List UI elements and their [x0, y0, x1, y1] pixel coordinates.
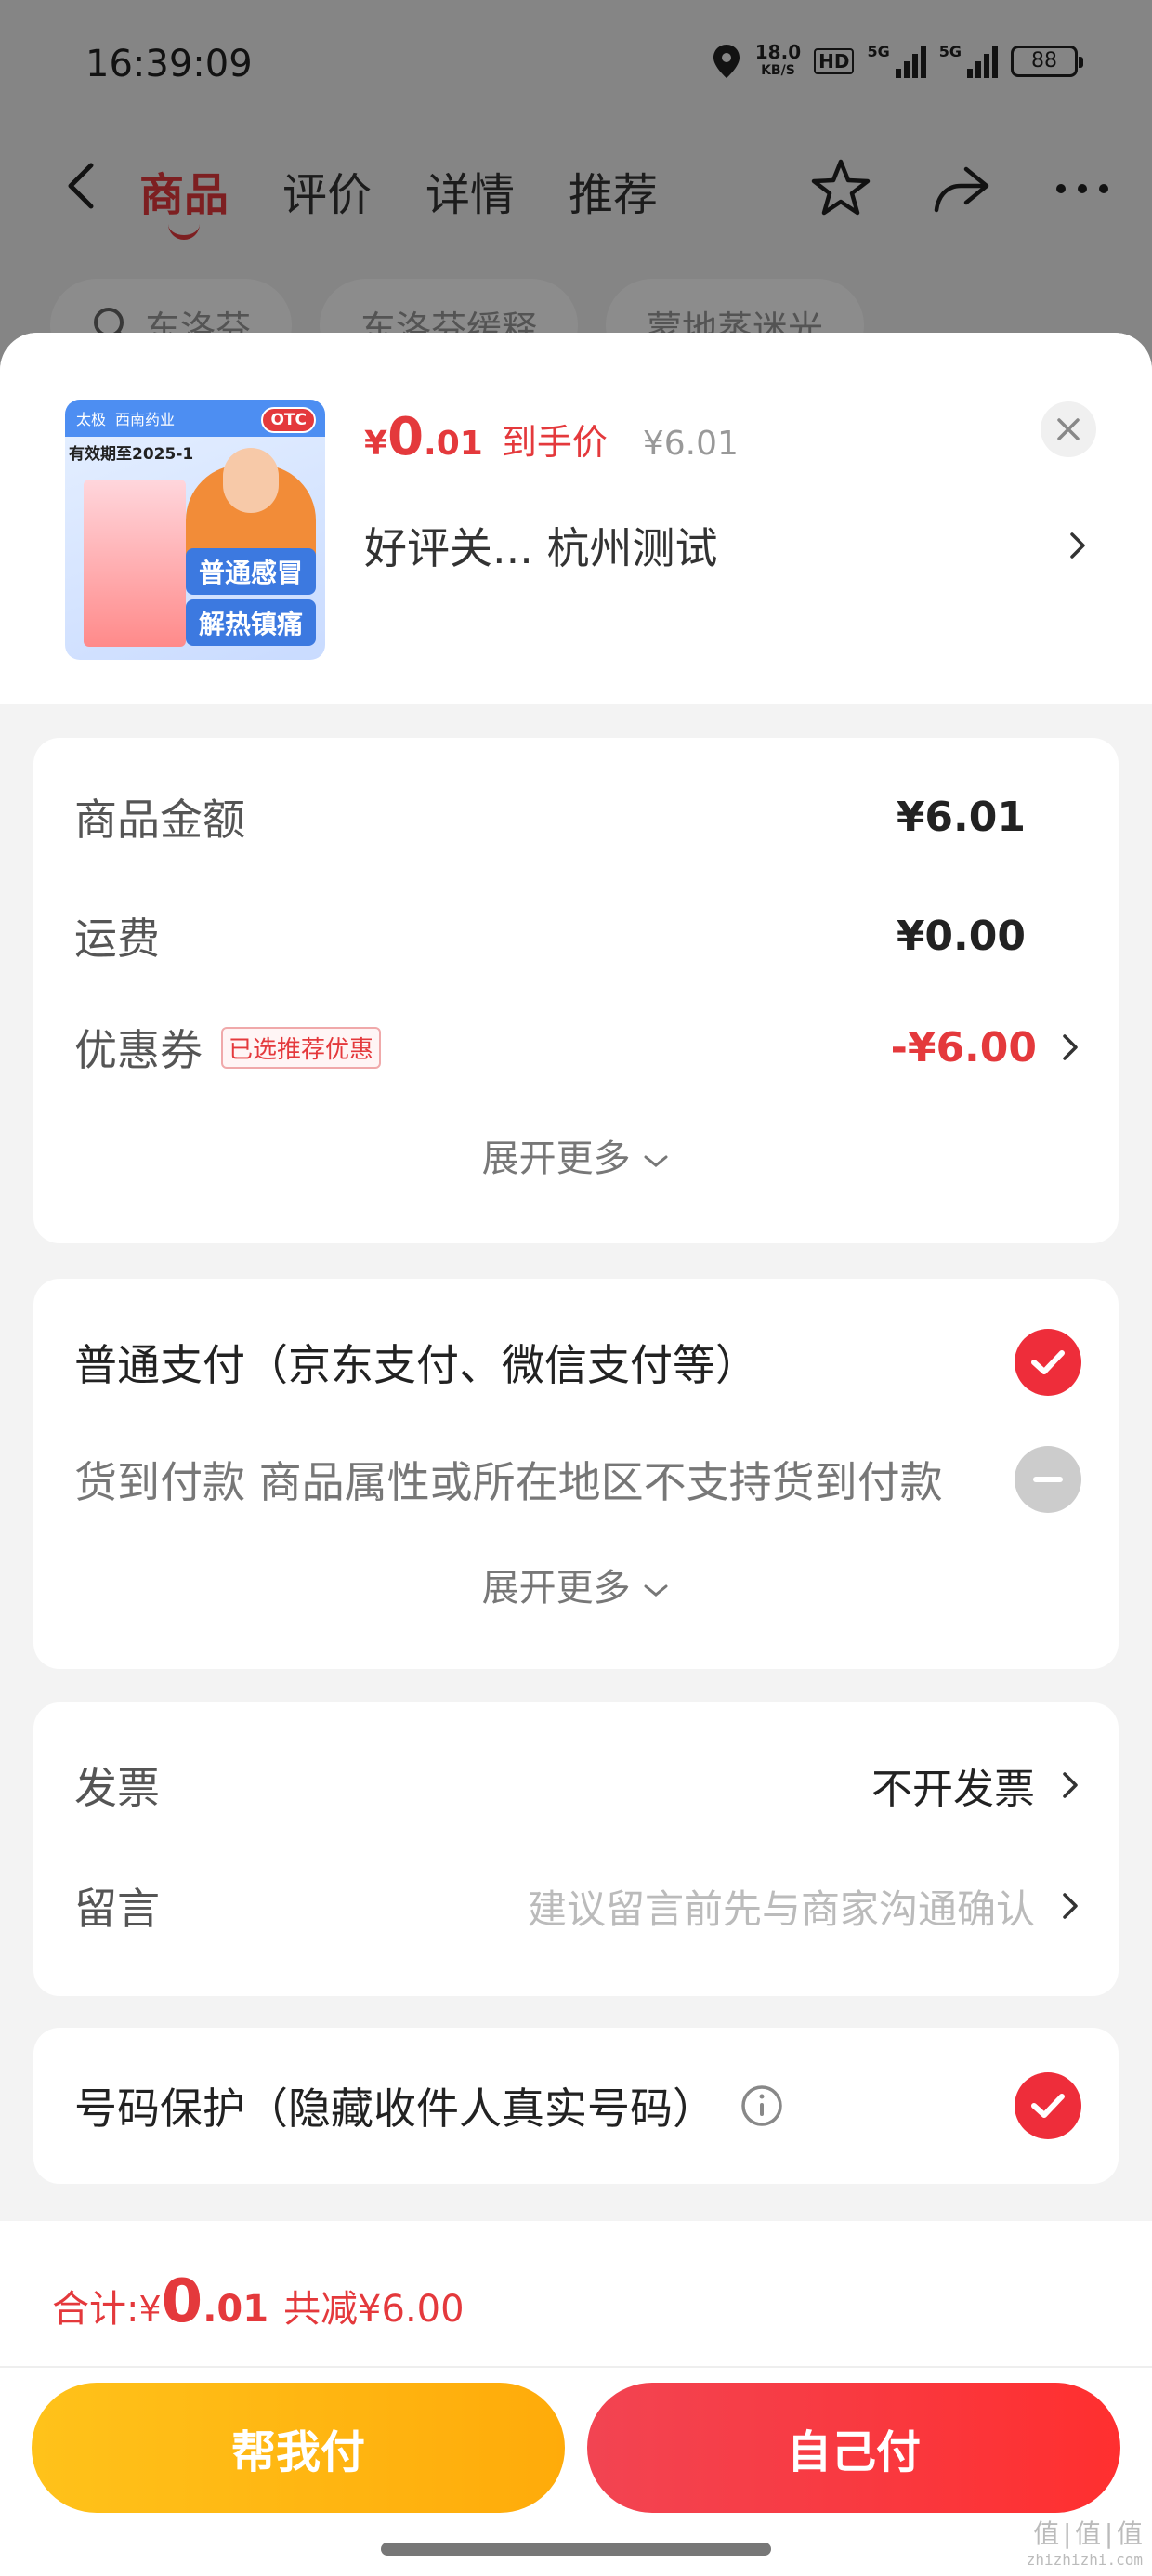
checked-icon[interactable]: [1015, 1329, 1081, 1396]
invoice-row[interactable]: 发票 不开发票: [74, 1755, 1081, 1816]
expand-more-label: 展开更多: [481, 1137, 631, 1180]
number-protection-row[interactable]: 号码保护（隐藏收件人真实号码）: [74, 2072, 1081, 2139]
total-int: 0: [161, 2267, 203, 2336]
payment-cod-label: 货到付款 商品属性或所在地区不支持货到付款: [74, 1457, 943, 1507]
note-placeholder: 建议留言前先与商家沟通确认: [527, 1886, 1035, 1932]
note-value-group: 建议留言前先与商家沟通确认: [528, 1878, 1081, 1935]
checkout-footer: 合计: ¥ 0 .01 共减¥6.00 帮我付 自己付 值|值|值 zhizhi…: [0, 2221, 1152, 2576]
number-protection-label-group: 号码保护（隐藏收件人真实号码）: [74, 2075, 784, 2136]
price-dec: .01: [424, 425, 483, 463]
chevron-down-icon: [644, 1584, 668, 1597]
chevron-right-icon: [1070, 532, 1085, 559]
close-icon: [1057, 418, 1080, 440]
checkout-sheet: 太极 西南药业 有效期至2025-1 OTC 普通感冒 解热镇痛 ¥0.01 到…: [0, 333, 1152, 2576]
final-price: ¥0.01: [364, 407, 483, 467]
total-symbol: ¥: [138, 2289, 162, 2330]
chevron-right-icon: [1063, 1034, 1078, 1060]
total-save: 共减¥6.00: [283, 2288, 465, 2331]
help-pay-button[interactable]: 帮我付: [32, 2383, 565, 2513]
payment-normal-row[interactable]: 普通支付（京东支付、微信支付等）: [74, 1329, 1081, 1396]
shipping-label: 运费: [74, 913, 160, 964]
goods-amount-value: ¥6.01: [896, 793, 1026, 841]
shipping-value: ¥0.00: [896, 912, 1026, 960]
info-icon[interactable]: [740, 2083, 784, 2128]
coupon-value: -¥6.00: [890, 1023, 1037, 1071]
payment-normal-label: 普通支付（京东支付、微信支付等）: [74, 1340, 758, 1390]
payment-expand-more[interactable]: 展开更多: [33, 1557, 1119, 1611]
note-row[interactable]: 留言 建议留言前先与商家沟通确认: [74, 1875, 1081, 1937]
invoice-value: 不开发票: [871, 1766, 1035, 1813]
close-button[interactable]: [1041, 401, 1096, 457]
total-line: 合计: ¥ 0 .01 共减¥6.00: [52, 2267, 465, 2336]
invoice-label: 发票: [74, 1763, 160, 1813]
goods-amount-label: 商品金额: [74, 795, 245, 845]
expand-more-label: 展开更多: [481, 1567, 631, 1610]
thumb-tag-fever: 解热镇痛: [186, 599, 316, 646]
chevron-right-icon: [1063, 1772, 1078, 1798]
payment-cod-row: 货到付款 商品属性或所在地区不支持货到付款: [74, 1446, 1081, 1513]
price-label: 到手价: [501, 422, 608, 463]
dim-overlay[interactable]: [0, 0, 1152, 390]
price-symbol: ¥: [364, 425, 388, 463]
medicine-box-graphic: [84, 480, 186, 647]
otc-badge: OTC: [261, 407, 316, 433]
fees-card: 商品金额 ¥6.01 运费 ¥0.00 优惠券 已选推荐优惠 -¥6.00 展开…: [33, 738, 1119, 1243]
coupon-label: 优惠券: [74, 1025, 203, 1075]
total-dec: .01: [203, 2288, 269, 2331]
watermark-main: 值|值|值: [1033, 2518, 1143, 2549]
fees-expand-more[interactable]: 展开更多: [33, 1128, 1119, 1182]
coupon-label-group: 优惠券 已选推荐优惠: [74, 1017, 382, 1078]
goods-amount-row: 商品金额 ¥6.01: [74, 786, 1081, 848]
thumb-brand2: 西南药业: [115, 411, 176, 428]
chevron-right-icon: [1063, 1893, 1078, 1919]
invoice-card: 发票 不开发票 留言 建议留言前先与商家沟通确认: [33, 1702, 1119, 1996]
thumb-tag-cold: 普通感冒: [186, 548, 316, 595]
original-price: ¥6.01: [642, 425, 739, 463]
invoice-value-group: 不开发票: [871, 1755, 1081, 1815]
face-graphic: [223, 448, 279, 513]
thumb-brand: 太极: [76, 411, 107, 428]
disabled-icon: [1015, 1446, 1081, 1513]
divider: [0, 2366, 1152, 2368]
number-protection-label: 号码保护（隐藏收件人真实号码）: [74, 2083, 715, 2134]
total-label: 合计:: [52, 2288, 139, 2331]
product-name: 好评关... 杭州测试: [364, 523, 718, 573]
number-protection-card: 号码保护（隐藏收件人真实号码）: [33, 2028, 1119, 2184]
watermark-sub: zhizhizhi.com: [1026, 2551, 1143, 2569]
product-name-row[interactable]: 好评关... 杭州测试: [364, 515, 1089, 576]
self-pay-button[interactable]: 自己付: [587, 2383, 1120, 2513]
watermark: 值|值|值 zhizhizhi.com: [1027, 2514, 1143, 2569]
checked-icon[interactable]: [1015, 2072, 1081, 2139]
coupon-tag: 已选推荐优惠: [221, 1026, 382, 1069]
product-image[interactable]: 太极 西南药业 有效期至2025-1 OTC 普通感冒 解热镇痛: [65, 400, 325, 660]
shipping-row: 运费 ¥0.00: [74, 905, 1081, 966]
price-int: 0: [387, 407, 425, 467]
thumb-expiry: 有效期至2025-1: [69, 445, 194, 464]
home-indicator[interactable]: [381, 2543, 771, 2556]
price-line: ¥0.01 到手价 ¥6.01: [364, 407, 739, 467]
coupon-value-group: -¥6.00: [891, 1024, 1081, 1071]
chevron-down-icon: [644, 1155, 668, 1167]
payment-card: 普通支付（京东支付、微信支付等） 货到付款 商品属性或所在地区不支持货到付款 展…: [33, 1279, 1119, 1669]
product-header: 太极 西南药业 有效期至2025-1 OTC 普通感冒 解热镇痛 ¥0.01 到…: [0, 333, 1152, 704]
note-label: 留言: [74, 1884, 160, 1934]
coupon-row[interactable]: 优惠券 已选推荐优惠 -¥6.00: [74, 1017, 1081, 1078]
